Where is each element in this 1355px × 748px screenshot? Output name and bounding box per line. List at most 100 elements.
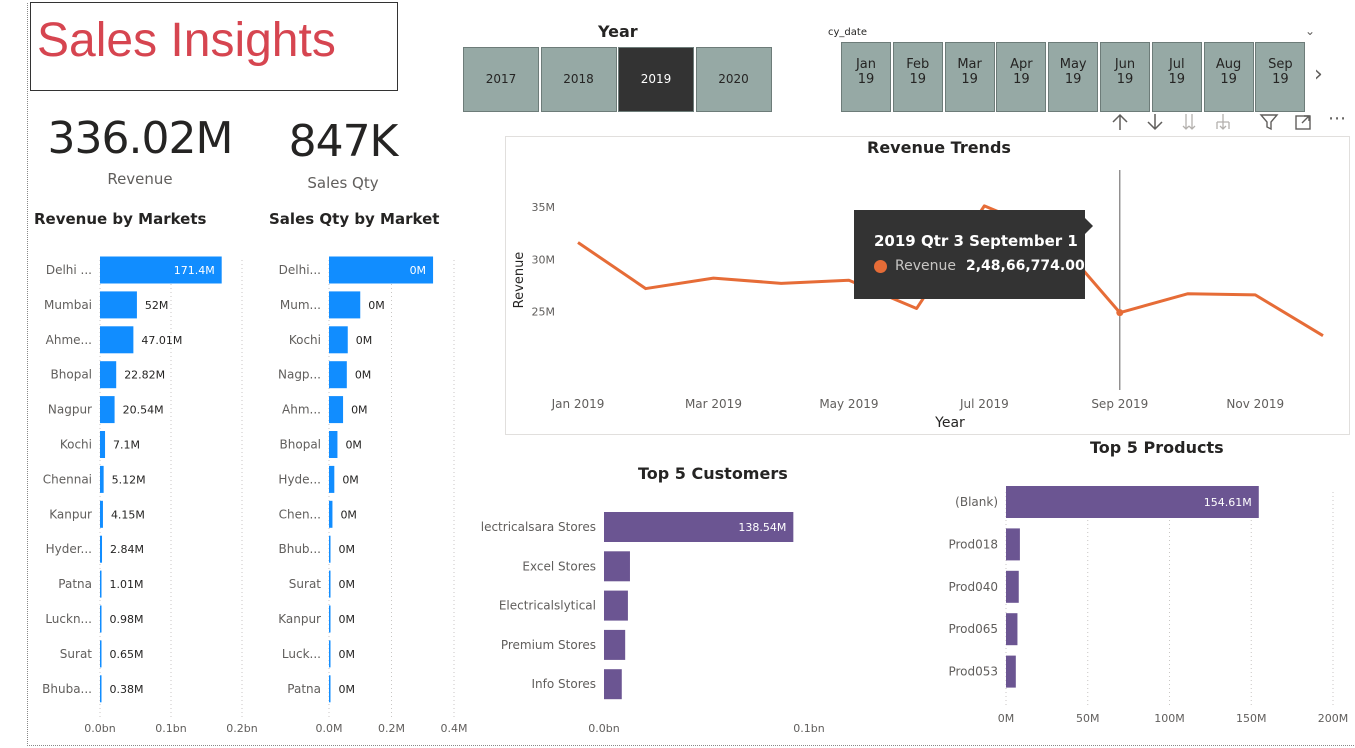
data-label: 22.82M bbox=[124, 369, 165, 382]
revenue-by-markets-chart[interactable]: 0.0bn 0.1bn 0.2bn Delhi ... 171.4M Mumbai 52M A… bbox=[30, 245, 265, 740]
month-tile-label: Apr bbox=[1010, 57, 1033, 72]
double-arrow-down-icon[interactable] bbox=[1179, 112, 1199, 136]
revenue-tooltip: 2019 Qtr 3 September 1 Revenue 2,48,66,7… bbox=[854, 210, 1093, 299]
month-tile-year: 19 bbox=[1220, 72, 1237, 87]
month-tile-year: 19 bbox=[1064, 72, 1082, 87]
data-label: 0.38M bbox=[110, 683, 144, 696]
top5-customers-chart[interactable]: 0.0bn 0.1bn Electricalsara Stores 138.54M Ex… bbox=[480, 495, 900, 745]
category-label: Electricalsara Stores bbox=[480, 520, 596, 534]
month-tile-jun[interactable]: Jun 19 bbox=[1100, 42, 1150, 112]
category-label: Ahm... bbox=[282, 403, 321, 417]
category-label: Kanpur bbox=[278, 612, 321, 626]
month-tile-aug[interactable]: Aug 19 bbox=[1203, 42, 1254, 112]
filter-icon[interactable] bbox=[1259, 112, 1279, 136]
month-tile-feb[interactable]: Feb 19 bbox=[892, 42, 943, 112]
bar bbox=[329, 465, 335, 493]
category-label: Prod040 bbox=[948, 580, 998, 594]
month-tile-label: Jun bbox=[1114, 57, 1136, 72]
bar bbox=[100, 326, 134, 354]
category-label: Prod053 bbox=[948, 665, 998, 679]
bar bbox=[100, 535, 103, 563]
category-label: Bhopal bbox=[280, 438, 321, 452]
year-slicer-title: Year bbox=[598, 22, 638, 41]
tooltip-series-label: Revenue bbox=[895, 258, 956, 274]
category-label: Patna bbox=[287, 682, 321, 696]
bar bbox=[100, 605, 102, 633]
bar bbox=[604, 669, 622, 700]
category-label: Excel Stores bbox=[522, 559, 596, 573]
data-label: 171.4M bbox=[174, 264, 215, 277]
bar bbox=[329, 570, 331, 598]
bar bbox=[1006, 528, 1020, 561]
bar bbox=[329, 675, 331, 703]
chevron-down-icon[interactable]: ⌄ bbox=[1305, 22, 1315, 40]
x-tick-label: 200M bbox=[1318, 712, 1349, 725]
more-options-icon[interactable]: ⋯ bbox=[1328, 110, 1346, 128]
category-label: Kochi bbox=[289, 333, 321, 347]
focus-mode-icon[interactable] bbox=[1293, 112, 1313, 136]
data-label: 0M bbox=[339, 648, 356, 661]
month-tile-year: 19 bbox=[1013, 72, 1030, 87]
year-tile-2020[interactable]: 2020 bbox=[695, 47, 772, 112]
month-tile-may[interactable]: May 19 bbox=[1048, 42, 1099, 112]
category-label: Ahme... bbox=[46, 333, 92, 347]
revenue-trends-title: Revenue Trends bbox=[867, 138, 1011, 157]
month-tile-mar[interactable]: Mar 19 bbox=[944, 42, 995, 112]
month-tile-apr[interactable]: Apr 19 bbox=[996, 42, 1047, 112]
year-tile-2018[interactable]: 2018 bbox=[540, 47, 617, 112]
arrow-down-icon[interactable] bbox=[1145, 112, 1165, 136]
data-label: 138.54M bbox=[738, 521, 786, 534]
x-axis-title: Year bbox=[934, 415, 965, 431]
x-tick-label: 0.2bn bbox=[226, 722, 257, 735]
x-tick-label: Nov 2019 bbox=[1226, 397, 1284, 411]
category-label: Premium Stores bbox=[501, 638, 596, 652]
month-tile-year: 19 bbox=[1168, 72, 1186, 87]
x-tick-label: Jul 2019 bbox=[959, 397, 1009, 411]
category-label: Nagp... bbox=[278, 368, 321, 382]
x-tick-label: 0.1bn bbox=[155, 722, 186, 735]
data-label: 7.1M bbox=[113, 439, 140, 452]
y-tick-label: 35M bbox=[532, 201, 556, 214]
tooltip-title: 2019 Qtr 3 September 1 bbox=[874, 232, 1078, 250]
bar bbox=[100, 570, 102, 598]
data-label: 0M bbox=[345, 439, 362, 452]
month-tile-sep[interactable]: Sep 19 bbox=[1255, 42, 1306, 112]
bar bbox=[329, 326, 348, 354]
x-tick-label: 150M bbox=[1236, 712, 1267, 725]
bar bbox=[100, 500, 103, 528]
top5-products-chart[interactable]: 0M 50M 100M 150M 200M (Blank) 154.61M Prod018 Pr… bbox=[925, 470, 1350, 745]
sales-qty-by-market-title: Sales Qty by Market bbox=[269, 210, 440, 228]
year-tile-2017[interactable]: 2017 bbox=[463, 47, 539, 112]
bar bbox=[329, 431, 338, 458]
report-title-box: Sales Insights bbox=[30, 2, 398, 91]
chevron-right-icon[interactable]: › bbox=[1314, 64, 1323, 86]
y-tick-label: 25M bbox=[532, 306, 556, 319]
bar bbox=[329, 291, 361, 319]
month-tile-jan[interactable]: Jan 19 bbox=[841, 42, 891, 112]
data-label: 0M bbox=[339, 683, 356, 696]
sales-qty-by-market-chart[interactable]: 0.0M 0.2M 0.4M Delhi... 0M Mum... 0M Kochi 0M Nag… bbox=[265, 245, 470, 740]
category-label: Surat bbox=[60, 647, 93, 661]
category-label: Prod065 bbox=[948, 622, 998, 636]
category-label: Nagpur bbox=[48, 403, 92, 417]
tooltip-series-dot bbox=[874, 260, 887, 273]
data-label: 154.61M bbox=[1204, 496, 1252, 509]
category-label: Chen... bbox=[279, 507, 321, 521]
category-label: Prod018 bbox=[948, 537, 998, 551]
month-tile-year: 19 bbox=[857, 72, 875, 87]
year-tile-2019[interactable]: 2019 bbox=[618, 47, 694, 112]
category-label: Electricalslytical bbox=[499, 599, 596, 613]
x-tick-label: May 2019 bbox=[819, 397, 878, 411]
category-label: Mum... bbox=[280, 298, 321, 312]
x-tick-label: 0.0M bbox=[316, 722, 343, 735]
arrow-up-icon[interactable] bbox=[1110, 112, 1130, 136]
month-tile-jul[interactable]: Jul 19 bbox=[1151, 42, 1202, 112]
category-label: Surat bbox=[289, 577, 322, 591]
bar bbox=[100, 640, 102, 668]
category-label: Luck... bbox=[282, 647, 321, 661]
expand-hierarchy-icon[interactable] bbox=[1213, 112, 1233, 136]
bar bbox=[329, 605, 331, 633]
kpi-revenue-label: Revenue bbox=[107, 170, 173, 188]
bar bbox=[100, 396, 115, 424]
month-tile-year: 19 bbox=[1272, 72, 1289, 87]
